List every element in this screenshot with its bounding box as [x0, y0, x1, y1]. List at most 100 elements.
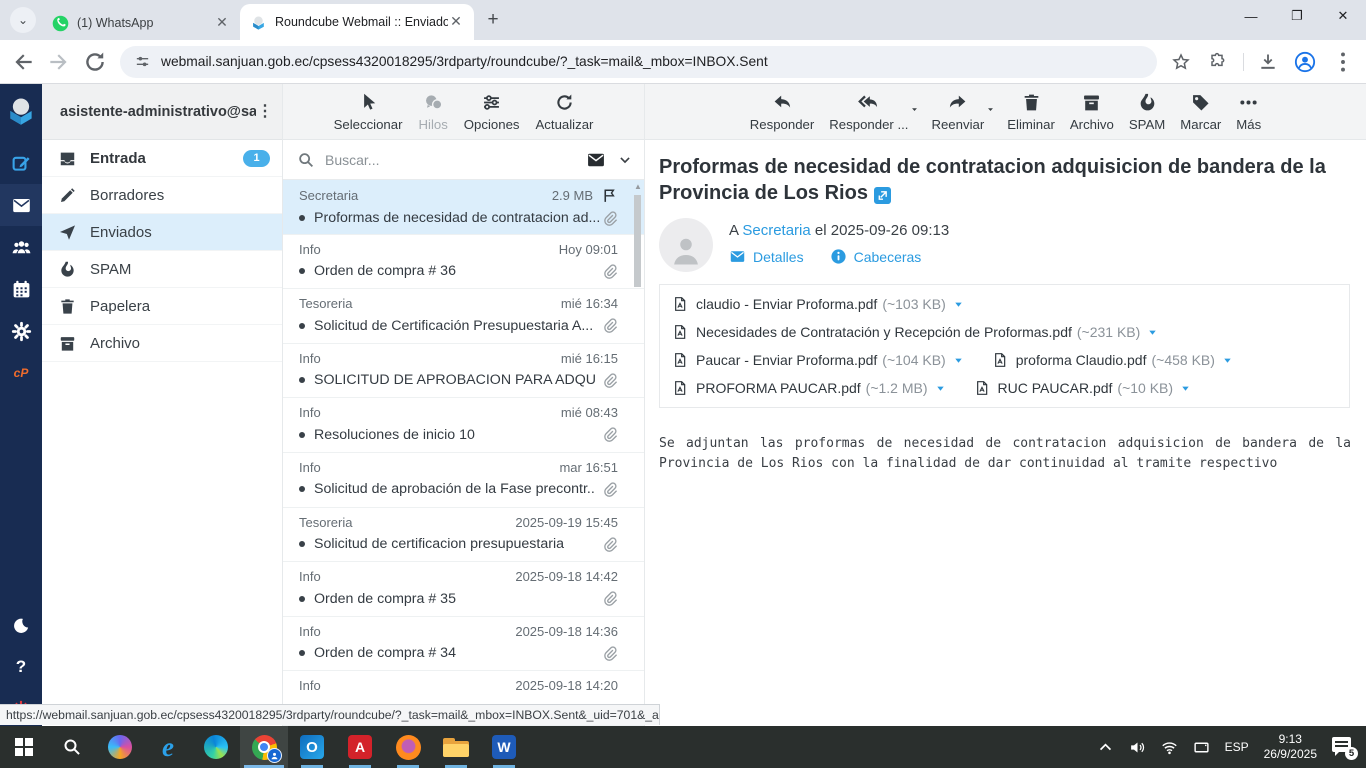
- rail-settings-button[interactable]: [0, 310, 42, 352]
- dropdown-caret-icon[interactable]: [986, 105, 995, 114]
- attachment-item[interactable]: claudio - Enviar Proforma.pdf (~103 KB): [672, 290, 964, 318]
- marcar-button[interactable]: Marcar: [1180, 92, 1221, 132]
- attachment-menu-caret-icon[interactable]: [953, 355, 964, 366]
- list-scrollbar[interactable]: ▲ ▼: [632, 181, 644, 726]
- message-list-row[interactable]: Info Hoy 09:01 Orden de compra # 36: [283, 235, 644, 290]
- window-close-button[interactable]: ✕: [1320, 0, 1366, 32]
- attachment-item[interactable]: PROFORMA PAUCAR.pdf (~1.2 MB): [672, 374, 946, 402]
- actualizar-button[interactable]: Actualizar: [536, 92, 593, 132]
- taskbar-explorer-button[interactable]: [432, 726, 480, 768]
- rail-mail-button[interactable]: [0, 184, 42, 226]
- profile-icon[interactable]: [1294, 51, 1316, 73]
- sidebar-folder-entrada[interactable]: Entrada 1: [42, 140, 282, 177]
- attachment-menu-caret-icon[interactable]: [1147, 327, 1158, 338]
- spam-button[interactable]: SPAM: [1129, 92, 1165, 132]
- search-input[interactable]: [325, 151, 586, 168]
- responder-button[interactable]: Responder ...: [829, 92, 918, 132]
- account-menu-kebab-icon[interactable]: ⋮: [256, 103, 274, 119]
- message-list-row[interactable]: Info 2025-09-18 14:42 Orden de compra # …: [283, 562, 644, 617]
- message-list-row[interactable]: Info mié 08:43 Resoluciones de inicio 10: [283, 398, 644, 453]
- sidebar-folder-spam[interactable]: SPAM: [42, 251, 282, 288]
- forward-button[interactable]: [46, 49, 72, 75]
- taskbar-acrobat-button[interactable]: A: [336, 726, 384, 768]
- tab-close-icon[interactable]: ✕: [214, 15, 230, 31]
- scrollbar-thumb[interactable]: [634, 195, 641, 287]
- bookmark-star-icon[interactable]: [1171, 52, 1191, 72]
- taskbar-chrome-button[interactable]: [240, 726, 288, 768]
- taskbar-firefox-button[interactable]: [384, 726, 432, 768]
- display-icon[interactable]: [1193, 739, 1210, 756]
- dropdown-caret-icon[interactable]: [910, 105, 919, 114]
- sidebar-folder-enviados[interactable]: Enviados: [42, 214, 282, 251]
- responder-button[interactable]: Responder: [750, 92, 814, 132]
- new-tab-button[interactable]: +: [480, 7, 506, 33]
- sidebar-folder-papelera[interactable]: Papelera: [42, 288, 282, 325]
- sidebar-folder-borradores[interactable]: Borradores: [42, 177, 282, 214]
- notification-center-button[interactable]: 5: [1332, 737, 1358, 760]
- language-indicator[interactable]: ESP: [1225, 740, 1249, 754]
- recipient-link[interactable]: Secretaria: [742, 222, 810, 239]
- reenviar-button[interactable]: Reenviar: [931, 92, 994, 132]
- message-list-row[interactable]: Info 2025-09-18 14:36 Orden de compra # …: [283, 617, 644, 672]
- clock[interactable]: 9:13 26/9/2025: [1264, 732, 1317, 762]
- attachment-item[interactable]: Necesidades de Contratación y Recepción …: [672, 318, 1158, 346]
- volume-icon[interactable]: [1129, 739, 1146, 756]
- seleccionar-button[interactable]: Seleccionar: [334, 92, 402, 132]
- scroll-up-icon[interactable]: ▲: [634, 183, 642, 191]
- archivo-button[interactable]: Archivo: [1070, 92, 1114, 132]
- flag-icon[interactable]: [601, 187, 618, 204]
- message-list-row[interactable]: Info mié 16:15 SOLICITUD DE APROBACION P…: [283, 344, 644, 399]
- attachment-menu-caret-icon[interactable]: [1180, 383, 1191, 394]
- taskbar-outlook-button[interactable]: O: [288, 726, 336, 768]
- opciones-button[interactable]: Opciones: [464, 92, 520, 132]
- attachment-item[interactable]: RUC PAUCAR.pdf (~10 KB): [974, 374, 1192, 402]
- taskbar-edge-button[interactable]: [192, 726, 240, 768]
- downloads-icon[interactable]: [1258, 52, 1278, 72]
- start-button[interactable]: [0, 726, 48, 768]
- search-scope-envelope-icon[interactable]: [586, 150, 606, 170]
- más-button[interactable]: Más: [1236, 92, 1261, 132]
- extensions-icon[interactable]: [1207, 52, 1227, 72]
- compose-button[interactable]: [0, 142, 42, 184]
- tab-search-button[interactable]: ⌄: [10, 7, 36, 33]
- message-list-row[interactable]: Info mar 16:51 Solicitud de aprobación d…: [283, 453, 644, 508]
- sidebar-folder-archivo[interactable]: Archivo: [42, 325, 282, 362]
- taskbar-search-button[interactable]: [48, 726, 96, 768]
- taskbar-copilot-button[interactable]: [96, 726, 144, 768]
- attachment-item[interactable]: proforma Claudio.pdf (~458 KB): [992, 346, 1233, 374]
- rail-cpanel-button[interactable]: cP: [0, 352, 42, 394]
- attachment-item[interactable]: Paucar - Enviar Proforma.pdf (~104 KB): [672, 346, 964, 374]
- details-button[interactable]: Detalles: [729, 248, 804, 265]
- menu-kebab-icon[interactable]: [1330, 49, 1356, 75]
- search-options-chevron-icon[interactable]: [618, 153, 632, 167]
- message-list-row[interactable]: Tesoreria mié 16:34 Solicitud de Certifi…: [283, 289, 644, 344]
- dark-mode-button[interactable]: [0, 614, 42, 638]
- window-minimize-button[interactable]: —: [1228, 0, 1274, 32]
- tab-close-icon[interactable]: ✕: [448, 14, 464, 30]
- message-list-row[interactable]: Secretaria 2.9 MB Proformas de necesidad…: [283, 180, 644, 235]
- taskbar-word-button[interactable]: W: [480, 726, 528, 768]
- headers-button[interactable]: Cabeceras: [830, 248, 921, 265]
- account-header[interactable]: asistente-administrativo@sa... ⋮: [42, 84, 282, 140]
- message-list-row[interactable]: Tesoreria 2025-09-19 15:45 Solicitud de …: [283, 508, 644, 563]
- window-restore-button[interactable]: ❐: [1274, 0, 1320, 32]
- hilos-button[interactable]: Hilos: [418, 92, 448, 132]
- tab-whatsapp[interactable]: (1) WhatsApp ✕: [42, 6, 240, 40]
- site-info-icon[interactable]: [134, 53, 151, 70]
- tab-roundcube[interactable]: Roundcube Webmail :: Enviados ✕: [240, 4, 474, 40]
- eliminar-button[interactable]: Eliminar: [1007, 92, 1055, 132]
- tray-expand-chevron-icon[interactable]: [1097, 739, 1114, 756]
- wifi-icon[interactable]: [1161, 739, 1178, 756]
- help-button[interactable]: ?: [0, 655, 42, 679]
- unread-dot: [299, 377, 305, 384]
- attachment-menu-caret-icon[interactable]: [953, 299, 964, 310]
- attachment-menu-caret-icon[interactable]: [1222, 355, 1233, 366]
- address-bar[interactable]: webmail.sanjuan.gob.ec/cpsess4320018295/…: [120, 45, 1157, 78]
- open-in-new-window-icon[interactable]: [873, 187, 891, 204]
- rail-contacts-button[interactable]: [0, 226, 42, 268]
- rail-calendar-button[interactable]: [0, 268, 42, 310]
- taskbar-ie-button[interactable]: e: [144, 726, 192, 768]
- back-button[interactable]: [10, 49, 36, 75]
- attachment-menu-caret-icon[interactable]: [935, 383, 946, 394]
- reload-button[interactable]: [82, 49, 108, 75]
